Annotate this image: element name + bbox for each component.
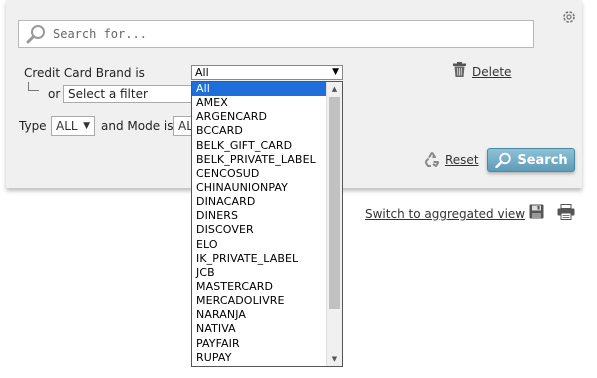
dropdown-option[interactable]: DINERS [192,209,326,223]
chevron-down-icon: ▼ [332,67,339,77]
dropdown-option[interactable]: NATIVA [192,322,326,336]
settings-puzzle-icon[interactable] [560,8,578,26]
dropdown-option[interactable]: MERCADOLIVRE [192,294,326,308]
dropdown-scrollbar[interactable]: ▲ ▼ [326,82,342,366]
dropdown-option[interactable]: BCCARD [192,124,326,138]
dropdown-option[interactable]: CENCOSUD [192,167,326,181]
dropdown-option[interactable]: ELO [192,238,326,252]
magnifier-icon [495,152,512,168]
type-select[interactable]: ALL ▼ [51,116,95,136]
mode-label: and Mode is [101,119,174,133]
brand-selected-value: All [195,66,209,79]
switch-aggregated-view-link[interactable]: Switch to aggregated view [365,207,525,221]
or-label: or [48,87,61,101]
scroll-up-icon[interactable]: ▲ [327,82,342,96]
dropdown-option[interactable]: MASTERCARD [192,280,326,294]
dropdown-option[interactable]: All [192,82,326,97]
type-label: Type [19,119,47,133]
separator-dot: · [516,207,520,221]
recycle-icon[interactable] [424,151,440,167]
scroll-down-icon[interactable]: ▼ [327,352,342,366]
dropdown-option[interactable]: DINACARD [192,195,326,209]
printer-icon[interactable] [557,204,575,220]
brand-options: All AMEX ARGENCARD BCCARD BELK_GIFT_CARD BELK… [192,82,326,365]
chevron-down-icon: ▼ [83,121,90,131]
brand-filter-label: Credit Card Brand is [24,66,145,80]
dropdown-option[interactable]: NARANJA [192,308,326,322]
dropdown-option[interactable]: JCB [192,266,326,280]
dropdown-option[interactable]: DISCOVER [192,223,326,237]
search-input[interactable] [51,26,525,42]
tree-connector [28,82,39,91]
reset-link[interactable]: Reset [445,153,479,167]
search-button-label: Search [517,152,568,168]
brand-select[interactable]: All ▼ [191,65,343,80]
filter-placeholder: Select a filter [68,87,148,101]
dropdown-option[interactable]: RUPAY [192,351,326,365]
scrollbar-thumb[interactable] [329,97,340,309]
dropdown-option[interactable]: PAYFAIR [192,337,326,351]
magnifier-icon [26,25,45,44]
search-button[interactable]: Search [487,148,575,172]
dropdown-option[interactable]: BELK_GIFT_CARD [192,139,326,153]
dropdown-option[interactable]: ARGENCARD [192,110,326,124]
filter-select[interactable]: Select a filter [63,85,195,103]
search-box [18,20,534,48]
dropdown-option[interactable]: BELK_PRIVATE_LABEL [192,153,326,167]
type-selected-value: ALL [56,119,78,133]
dropdown-option[interactable]: AMEX [192,96,326,110]
floppy-disk-icon[interactable] [529,204,544,219]
delete-link[interactable]: Delete [472,65,511,79]
trash-icon[interactable] [452,62,467,78]
brand-dropdown-list[interactable]: All AMEX ARGENCARD BCCARD BELK_GIFT_CARD BELK… [191,81,343,367]
dropdown-option[interactable]: IK_PRIVATE_LABEL [192,252,326,266]
dropdown-option[interactable]: CHINAUNIONPAY [192,181,326,195]
